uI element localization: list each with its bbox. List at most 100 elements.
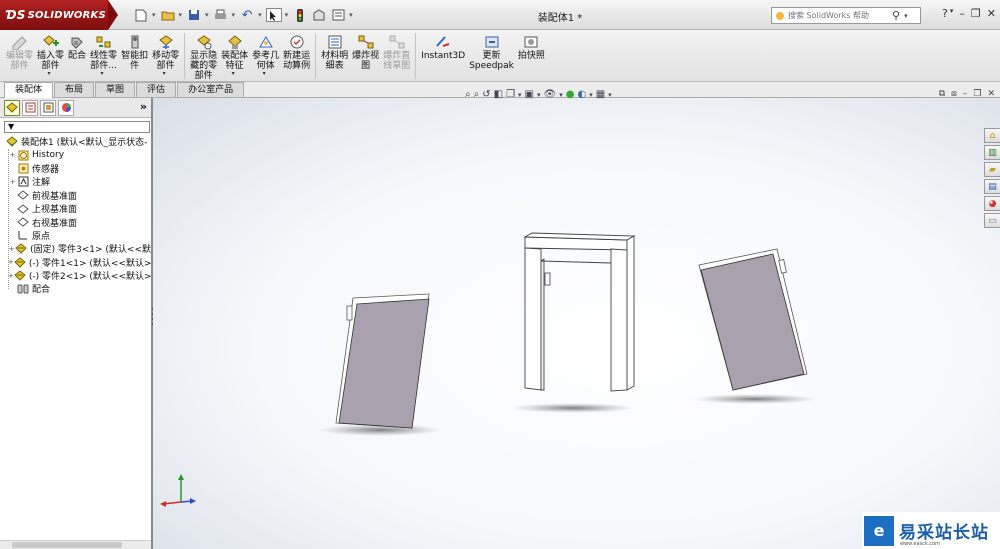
select-dropdown-icon[interactable]: ▾ [285,11,289,19]
ribbon-button-smart-fasteners[interactable]: 智能扣 件 [119,30,150,82]
linear-pattern-icon [95,33,113,50]
tree-node-annotation[interactable]: + 注解 [4,175,151,188]
dropdown-arrow-icon[interactable]: ▾ [163,69,166,79]
ribbon-button-instant3d[interactable]: Instant3D [419,30,467,82]
ribbon-separator [184,33,186,79]
save-dropdown-icon[interactable]: ▾ [205,11,209,19]
tree-node-plane[interactable]: 右视基准面 [4,215,151,229]
solidworks-logo[interactable]: ƊS SOLIDWORKS [0,0,108,30]
part-right-panel[interactable] [698,248,808,391]
dropdown-arrow-icon[interactable]: ▾ [232,69,235,79]
tree-node-label: (固定) 零件3<1> (默认<<默 [30,245,151,256]
print-icon[interactable] [213,8,229,22]
ribbon-button-insert-component[interactable]: 插入零 部件 ▾ [35,30,66,82]
ribbon-button-explode-line-sketch[interactable]: 爆炸直 线草图 [381,30,412,82]
shadow-right-part [693,394,817,404]
tree-node-part[interactable]: + (-) 零件1<1> (默认<<默认> [4,256,151,269]
tab-0[interactable]: 装配体 [4,82,54,98]
tree-node-assembly[interactable]: 装配体1 (默认<默认_显示状态- [4,135,151,148]
ribbon-button-new-motion-study[interactable]: 新建运 动算例 [281,30,312,82]
tree-node-plane[interactable]: 前视基准面 [4,189,151,202]
open-folder-icon[interactable] [160,8,176,22]
tree-horizontal-scrollbar[interactable] [0,540,151,549]
tree-node-part[interactable]: + (-) 零件2<1> (默认<<默认> [4,269,151,282]
tree-node-label: (-) 零件2<1> (默认<<默认> [28,272,151,283]
options-dropdown-icon[interactable]: ▾ [349,11,353,19]
bill-of-materials-icon [326,33,344,50]
tab-1[interactable]: 布局 [54,82,95,97]
ribbon-button-assembly-features[interactable]: 装配体 特征 ▾ [219,30,250,82]
solidworks-resources-icon[interactable]: ⌂ [984,128,1000,143]
tab-4[interactable]: 办公室产品 [177,82,245,97]
ribbon-button-label: 材料明 细表 [321,51,349,71]
part-left-panel[interactable] [335,293,430,429]
custom-properties-icon[interactable]: ▭ [984,213,1000,228]
expand-toggle-icon[interactable]: + [8,151,17,159]
ribbon-button-move-component[interactable]: 移动零 部件 ▾ [150,30,181,82]
logo-text: SOLIDWORKS [27,9,106,21]
ribbon-button-edit-component[interactable]: 编辑零 部件 [4,30,35,82]
tree-node-plane[interactable]: 上视基准面 [4,202,151,215]
search-icon[interactable]: ⚲ [892,9,900,22]
tree-node-mates[interactable]: 配合 [4,282,151,295]
ribbon-button-mate[interactable]: 配合 [66,30,88,82]
tree-node-label: 装配体1 (默认<默认_显示状态- [21,138,148,149]
new-dropdown-icon[interactable]: ▾ [152,11,156,19]
rebuild-icon[interactable] [292,8,308,22]
help-icon[interactable]: ? [942,7,948,20]
ribbon-button-update-speedpak[interactable]: 更新 Speedpak [467,30,516,82]
more-tabs-button[interactable]: » [140,100,147,113]
search-dropdown-icon[interactable]: ▾ [904,12,908,20]
scrollbar-thumb[interactable] [12,542,122,548]
graphics-area[interactable]: ⌕ ⌕ ↺ ◧ ❒ ▾ ▣ ▾ 👁 ▾ ● ◐ ▾ ▦ ▾ ⧉ ⧈ – ❐ ✕ [153,89,1000,549]
assembly-icon [6,136,18,147]
appearances-icon[interactable]: ◕ [984,196,1000,211]
feature-tree-tab-icon[interactable] [4,99,20,116]
help-search-box[interactable]: ⚲ ▾ [771,7,921,24]
ribbon-button-bill-of-materials[interactable]: 材料明 细表 [319,30,350,82]
tab-2[interactable]: 草图 [95,82,136,97]
ribbon-button-take-snapshot[interactable]: 拍快照 [516,30,547,82]
search-input[interactable] [788,11,888,20]
dropdown-arrow-icon[interactable]: ▾ [48,69,51,79]
menu-arrow-icon[interactable] [108,0,122,30]
minimize-icon[interactable]: – [959,7,965,20]
options-icon[interactable] [330,8,346,22]
new-document-icon[interactable] [133,8,149,22]
tree-node-label: History [32,150,65,161]
tree-node-origin[interactable]: 原点 [4,229,151,242]
property-manager-tab-icon[interactable] [22,99,38,116]
open-dropdown-icon[interactable]: ▾ [179,11,183,19]
ribbon-button-show-hidden-components[interactable]: 显示隐 藏的零 部件 [188,30,219,82]
tree-node-history[interactable]: + History [4,148,151,161]
expand-toggle-icon[interactable]: + [8,245,15,253]
expand-toggle-icon[interactable]: + [8,178,17,186]
view-palette-icon[interactable]: ▤ [984,179,1000,194]
restore-icon[interactable]: ❐ [971,7,981,20]
save-icon[interactable] [186,8,202,22]
display-manager-tab-icon[interactable] [58,99,74,116]
file-properties-icon[interactable] [311,8,327,22]
ribbon-button-exploded-view[interactable]: 爆炸视 图 [350,30,381,82]
undo-icon[interactable]: ↶ [239,8,255,23]
close-icon[interactable]: ✕ [987,7,996,20]
dropdown-arrow-icon[interactable]: ▾ [263,69,266,79]
select-arrow-icon[interactable] [265,8,282,22]
ribbon-button-reference-geometry[interactable]: 参考几 何体 ▾ [250,30,281,82]
show-hidden-components-icon [195,33,213,50]
undo-dropdown-icon[interactable]: ▾ [258,11,262,19]
part-door-frame[interactable] [523,232,636,392]
ribbon-button-label: 拍快照 [517,51,545,61]
help-dropdown-icon[interactable]: ▾ [950,7,954,20]
tree-filter[interactable]: ▼ [4,121,150,133]
configuration-tab-icon[interactable] [40,99,56,116]
file-explorer-icon[interactable]: ▰ [984,162,1000,177]
tree-node-sensor[interactable]: 传感器 [4,162,151,175]
search-logo-icon [776,11,784,20]
ribbon-button-linear-pattern[interactable]: 线性零 部件... ▾ [88,30,119,82]
tab-3[interactable]: 评估 [136,82,177,97]
tree-node-part[interactable]: + (固定) 零件3<1> (默认<<默 [4,242,151,255]
design-library-icon[interactable]: ▥ [984,145,1000,160]
print-dropdown-icon[interactable]: ▾ [232,11,236,19]
dropdown-arrow-icon[interactable]: ▾ [101,69,104,79]
